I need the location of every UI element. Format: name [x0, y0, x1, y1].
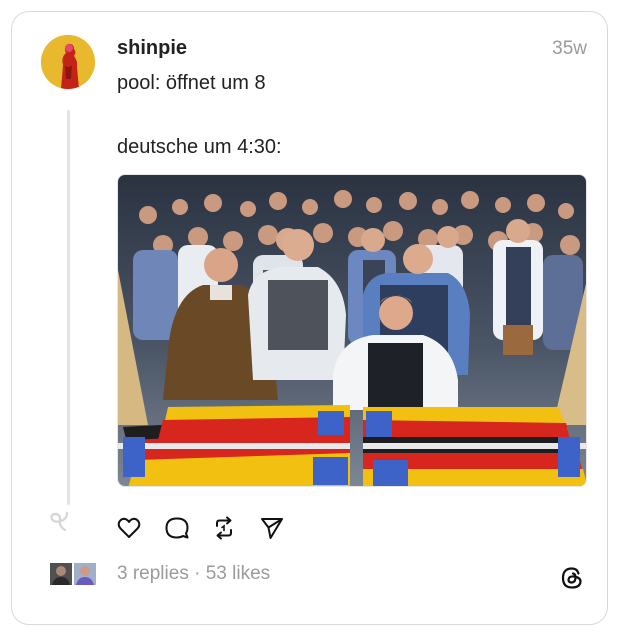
post-stats: 3 replies · 53 likes	[117, 563, 270, 585]
likes-count[interactable]: 53 likes	[206, 563, 270, 584]
post-timestamp[interactable]: 35w	[552, 38, 587, 60]
stats-separator: ·	[188, 563, 206, 584]
thread-loop-icon	[50, 511, 69, 532]
post-text-line-1: pool: öffnet um 8	[117, 72, 266, 94]
avatar-image	[41, 35, 95, 89]
thread-line	[67, 110, 70, 505]
repost-icon[interactable]	[211, 515, 237, 541]
post-text-line-2: deutsche um 4:30:	[117, 136, 282, 158]
avatar[interactable]	[41, 35, 95, 89]
replier-avatar-1[interactable]	[48, 561, 74, 587]
replier-avatar-2[interactable]	[72, 561, 98, 587]
replies-count[interactable]: 3 replies	[117, 563, 189, 584]
post-image[interactable]	[117, 174, 587, 487]
send-icon[interactable]	[259, 515, 285, 541]
username[interactable]: shinpie	[117, 37, 187, 60]
threads-logo-icon[interactable]	[559, 565, 585, 591]
comment-icon[interactable]	[164, 515, 190, 541]
replier-avatar-image	[50, 563, 72, 585]
crowd-photo	[118, 175, 586, 486]
heart-icon[interactable]	[116, 515, 142, 541]
replier-avatar-image	[74, 563, 96, 585]
